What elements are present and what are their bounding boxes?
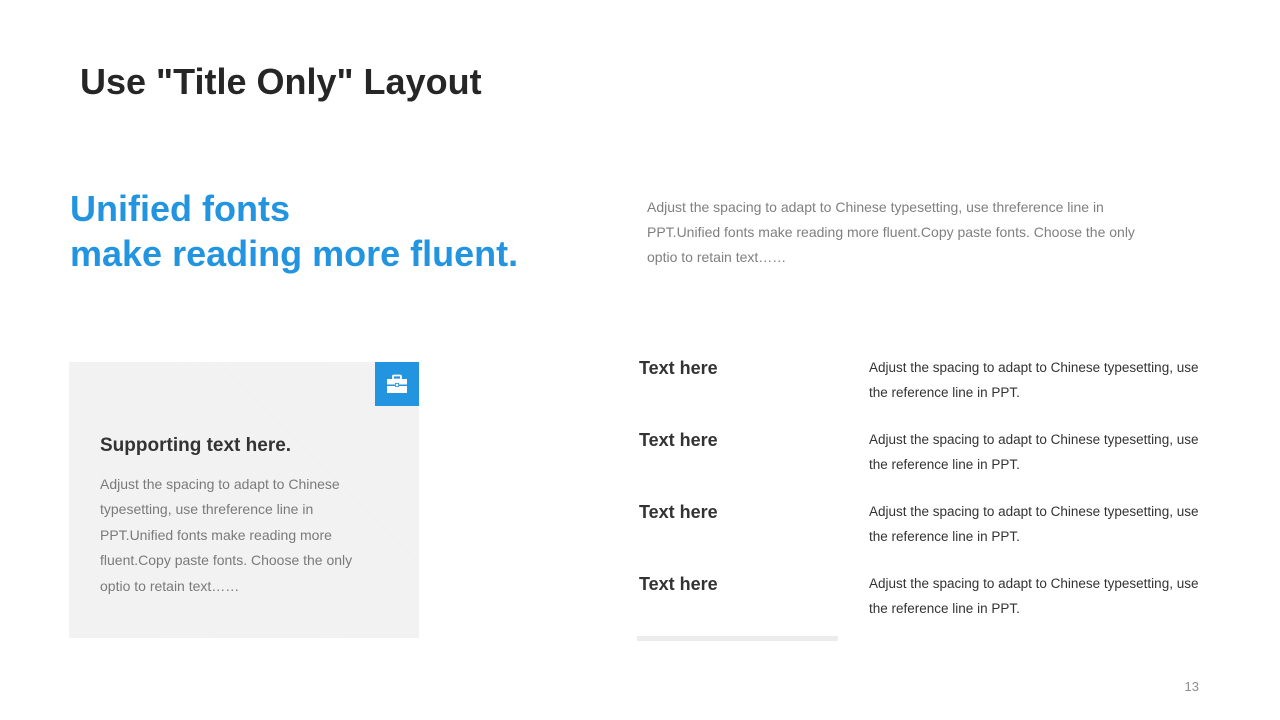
list-item: Text here Adjust the spacing to adapt to… bbox=[639, 427, 1199, 499]
slide-title: Use "Title Only" Layout bbox=[80, 61, 482, 102]
toolbox-icon bbox=[387, 374, 407, 393]
list-item-label: Text here bbox=[639, 358, 718, 378]
list-item-description: Adjust the spacing to adapt to Chinese t… bbox=[869, 360, 1199, 400]
list-item-description: Adjust the spacing to adapt to Chinese t… bbox=[869, 432, 1199, 472]
list-item-description: Adjust the spacing to adapt to Chinese t… bbox=[869, 504, 1199, 544]
supporting-card: Supporting text here. Adjust the spacing… bbox=[69, 362, 419, 638]
list-item: Text here Adjust the spacing to adapt to… bbox=[639, 499, 1199, 571]
list-item-label: Text here bbox=[639, 574, 718, 594]
text-list: Text here Adjust the spacing to adapt to… bbox=[639, 355, 1199, 643]
decorative-divider-bar bbox=[637, 636, 838, 641]
list-item-description: Adjust the spacing to adapt to Chinese t… bbox=[869, 576, 1199, 616]
headline: Unified fonts make reading more fluent. bbox=[70, 186, 518, 276]
intro-paragraph: Adjust the spacing to adapt to Chinese t… bbox=[647, 199, 1135, 265]
headline-line-1: Unified fonts bbox=[70, 188, 290, 229]
card-body-text: Adjust the spacing to adapt to Chinese t… bbox=[100, 476, 353, 594]
page-number: 13 bbox=[1184, 679, 1199, 694]
card-heading: Supporting text here. bbox=[100, 435, 292, 456]
list-item-label: Text here bbox=[639, 502, 718, 522]
headline-line-2: make reading more fluent. bbox=[70, 233, 519, 274]
list-item: Text here Adjust the spacing to adapt to… bbox=[639, 571, 1199, 643]
card-icon-badge bbox=[375, 362, 419, 406]
list-item-label: Text here bbox=[639, 430, 718, 450]
slide: Use "Title Only" Layout Unified fonts ma… bbox=[0, 0, 1280, 720]
list-item: Text here Adjust the spacing to adapt to… bbox=[639, 355, 1199, 427]
